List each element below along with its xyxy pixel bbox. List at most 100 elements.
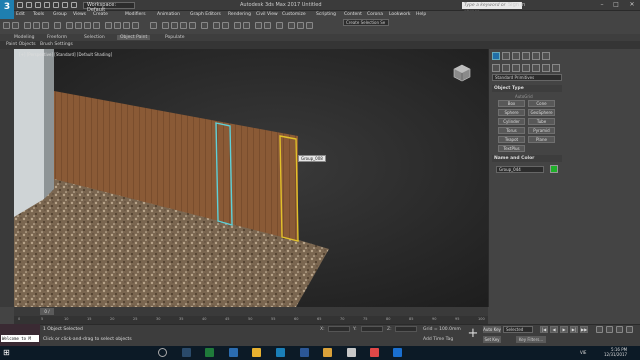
subtab-brush-settings[interactable]: Brush Settings xyxy=(40,42,73,47)
angle-snap-icon[interactable] xyxy=(171,22,178,29)
cone-button[interactable]: Cone xyxy=(528,100,555,107)
save-file-icon[interactable] xyxy=(35,2,41,8)
geometry-icon[interactable] xyxy=(492,64,500,72)
next-frame-button[interactable]: ▶| xyxy=(570,326,578,333)
menu-help[interactable]: Help xyxy=(416,12,426,17)
go-to-end-button[interactable]: ▶▶ xyxy=(580,326,588,333)
name-and-color-rollout[interactable]: Name and Color xyxy=(492,155,562,162)
menu-content[interactable]: Content xyxy=(344,12,362,17)
menu-civil-view[interactable]: Civil View xyxy=(256,12,278,17)
undo-tool-icon[interactable] xyxy=(3,22,10,29)
display-tab-icon[interactable] xyxy=(532,52,540,60)
play-button[interactable]: ▶ xyxy=(560,326,568,333)
file-explorer-icon[interactable] xyxy=(252,348,261,357)
tab-object-paint[interactable]: Object Paint xyxy=(117,35,151,40)
scene-explorer-icon[interactable] xyxy=(234,22,241,29)
render-icon[interactable] xyxy=(306,22,313,29)
hierarchy-tab-icon[interactable] xyxy=(512,52,520,60)
viewport-label[interactable]: [+] [Perspective] [Standard] [Default Sh… xyxy=(19,52,112,57)
material-editor-icon[interactable] xyxy=(276,22,283,29)
unlink-icon[interactable] xyxy=(33,22,40,29)
set-key-button[interactable]: Set Key xyxy=(483,336,501,343)
cameras-icon[interactable] xyxy=(522,64,530,72)
x-coord-field[interactable] xyxy=(328,326,350,332)
render-setup-icon[interactable] xyxy=(288,22,295,29)
scale-icon[interactable] xyxy=(123,22,130,29)
utilities-tab-icon[interactable] xyxy=(542,52,550,60)
key-filters-button[interactable]: Key Filters... xyxy=(516,336,546,343)
subtab-paint-objects[interactable]: Paint Objects xyxy=(6,42,36,47)
rendered-frame-icon[interactable] xyxy=(297,22,304,29)
project-folder-icon[interactable] xyxy=(62,2,68,8)
previous-frame-button[interactable]: ◀ xyxy=(550,326,558,333)
lights-icon[interactable] xyxy=(512,64,520,72)
redo-tool-icon[interactable] xyxy=(12,22,19,29)
schematic-view-icon[interactable] xyxy=(264,22,271,29)
teapot-button[interactable]: Teapot xyxy=(498,136,525,143)
menu-modifiers[interactable]: Modifiers xyxy=(125,12,146,17)
create-tab-icon[interactable] xyxy=(492,52,500,60)
object-type-rollout[interactable]: Object Type xyxy=(492,85,562,92)
task-view-icon[interactable] xyxy=(182,348,191,357)
selection-set-dropdown[interactable]: Create Selection Se xyxy=(343,19,389,26)
plane-button[interactable]: Plane xyxy=(528,136,555,143)
curve-editor-icon[interactable] xyxy=(255,22,262,29)
taskbar-clock[interactable]: 5:16 PM 12/31/2017 xyxy=(604,347,627,357)
menu-graph-editors[interactable]: Graph Editors xyxy=(190,12,221,17)
orbit-icon[interactable] xyxy=(606,326,613,333)
pivot-icon[interactable] xyxy=(150,22,157,29)
select-link-icon[interactable] xyxy=(24,22,31,29)
minimize-button[interactable]: – xyxy=(596,1,608,9)
selection-filter-icon[interactable] xyxy=(54,22,61,29)
redo-icon[interactable] xyxy=(53,2,59,8)
box-button[interactable]: Box xyxy=(498,100,525,107)
space-warps-icon[interactable] xyxy=(542,64,550,72)
app-grey-icon[interactable] xyxy=(347,348,356,357)
cylinder-button[interactable]: Cylinder xyxy=(498,118,525,125)
3ds-max-taskbar-icon[interactable] xyxy=(276,348,285,357)
menu-create[interactable]: Create xyxy=(93,12,108,17)
new-file-icon[interactable] xyxy=(17,2,23,8)
start-icon[interactable]: ⊞ xyxy=(3,348,12,357)
object-name-input[interactable]: Group_044 xyxy=(496,166,544,173)
helpers-icon[interactable] xyxy=(532,64,540,72)
zoom-extents-icon[interactable] xyxy=(596,326,603,333)
bind-space-warp-icon[interactable] xyxy=(42,22,49,29)
workspace-dropdown[interactable]: Workspace: Default xyxy=(83,2,135,13)
time-slider[interactable] xyxy=(14,307,488,316)
maximize-viewport-icon[interactable] xyxy=(626,326,633,333)
menu-tools[interactable]: Tools xyxy=(33,12,44,17)
primitive-type-dropdown[interactable]: Standard Primitives xyxy=(492,74,562,81)
maximize-button[interactable]: □ xyxy=(610,1,622,9)
add-time-tag[interactable]: Add Time Tag xyxy=(423,337,453,342)
z-coord-field[interactable] xyxy=(395,326,417,332)
menu-animation[interactable]: Animation xyxy=(157,12,180,17)
app-orange-icon[interactable] xyxy=(323,348,332,357)
cortana-icon[interactable] xyxy=(158,348,167,357)
pyramid-button[interactable]: Pyramid xyxy=(528,127,555,134)
align-icon[interactable] xyxy=(222,22,229,29)
app-blue-2-icon[interactable] xyxy=(393,348,402,357)
menu-lookwork[interactable]: Lookwork xyxy=(389,12,410,17)
app-blue-icon[interactable] xyxy=(229,348,238,357)
snap-toggle-icon[interactable] xyxy=(162,22,169,29)
menu-corona[interactable]: Corona xyxy=(367,12,383,17)
shapes-icon[interactable] xyxy=(502,64,510,72)
menu-edit[interactable]: Edit xyxy=(16,12,25,17)
tab-populate[interactable]: Populate xyxy=(165,35,185,40)
motion-tab-icon[interactable] xyxy=(522,52,530,60)
menu-scripting[interactable]: Scripting xyxy=(316,12,336,17)
rotate-icon[interactable] xyxy=(114,22,121,29)
frame-counter[interactable]: 0 / 100 xyxy=(40,308,54,321)
tab-freeform[interactable]: Freeform xyxy=(47,35,67,40)
mirror-icon[interactable] xyxy=(213,22,220,29)
sign-in-link[interactable]: Sign In xyxy=(508,2,525,8)
percent-snap-icon[interactable] xyxy=(180,22,187,29)
edit-named-selection-icon[interactable] xyxy=(201,22,208,29)
perspective-viewport[interactable]: [+] [Perspective] [Standard] [Default Sh… xyxy=(14,49,488,307)
textplus-button[interactable]: TextPlus xyxy=(498,145,525,152)
menu-rendering[interactable]: Rendering xyxy=(228,12,251,17)
tab-selection[interactable]: Selection xyxy=(84,35,105,40)
modify-tab-icon[interactable] xyxy=(502,52,510,60)
auto-key-button[interactable]: Auto Key xyxy=(483,326,501,333)
